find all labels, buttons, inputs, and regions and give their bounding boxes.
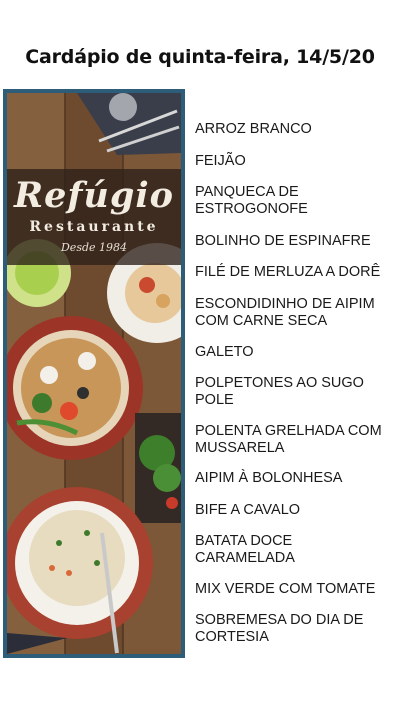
menu-item: FILÉ DE MERLUZA A DORÊ: [195, 264, 381, 280]
menu-item: AIPIM À BOLONHESA: [195, 470, 343, 486]
menu-item: POLENTA GRELHADA COM MUSSARELA: [195, 423, 382, 456]
restaurant-photo: Refúgio Restaurante Desde 1984: [3, 89, 185, 658]
menu-item: FEIJÃO: [195, 153, 246, 169]
logo-subtitle: Restaurante: [29, 219, 159, 235]
menu-item: ARROZ BRANCO: [195, 121, 312, 137]
restaurant-logo: Refúgio Restaurante Desde 1984: [7, 169, 181, 265]
menu-item: ESCONDIDINHO DE AIPIM COM CARNE SECA: [195, 296, 375, 329]
menu-item: BATATA DOCE CARAMELADA: [195, 533, 295, 566]
menu-item: POLPETONES AO SUGO POLE: [195, 375, 364, 408]
page-title: Cardápio de quinta-feira, 14/5/20: [25, 46, 375, 68]
menu-item: BOLINHO DE ESPINAFRE: [195, 233, 371, 249]
menu-item: SOBREMESA DO DIA DE CORTESIA: [195, 612, 364, 645]
menu-item: PANQUECA DE ESTROGONOFE: [195, 184, 308, 217]
logo-name: Refúgio: [14, 175, 174, 216]
menu-item: GALETO: [195, 344, 254, 360]
logo-since: Desde 1984: [60, 241, 128, 254]
menu-item: BIFE A CAVALO: [195, 502, 301, 518]
menu-item: MIX VERDE COM TOMATE: [195, 581, 376, 597]
